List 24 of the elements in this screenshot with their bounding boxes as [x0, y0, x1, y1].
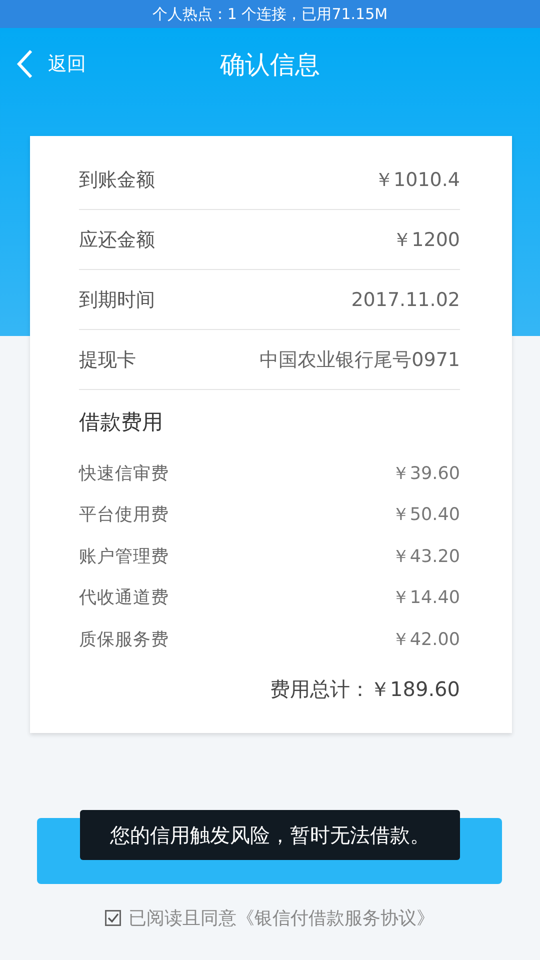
- fee-value: ￥43.20: [392, 546, 460, 568]
- row-label: 到账金额: [79, 168, 155, 192]
- fee-label: 账户管理费: [79, 546, 169, 568]
- fee-total: 费用总计：￥189.60: [270, 676, 460, 700]
- fees-heading: 借款费用: [79, 409, 164, 436]
- fee-label: 代收通道费: [79, 587, 169, 610]
- row-value: ￥1010.4: [374, 168, 460, 192]
- row-label: 到期时间: [79, 288, 155, 312]
- row-label: 提现卡: [79, 348, 136, 372]
- status-text: 个人热点：1 个连接，已用71.15M: [152, 4, 388, 24]
- fee-label: 快速信审费: [79, 462, 169, 485]
- fee-value: ￥50.40: [392, 504, 460, 526]
- page-title: 确认信息: [220, 50, 320, 78]
- toast: 您的信用触发风险，暂时无法借款。: [80, 810, 460, 860]
- fee-value: ￥14.40: [392, 587, 460, 610]
- fee-label: 质保服务费: [79, 628, 169, 651]
- fee-value: ￥39.60: [392, 462, 460, 485]
- row-value: ￥1200: [392, 228, 460, 252]
- agreement-text: 已阅读且同意《银信付借款服务协议》: [128, 907, 434, 930]
- row-label: 应还金额: [79, 228, 155, 252]
- fee-label: 平台使用费: [79, 504, 169, 526]
- fee-value: ￥42.00: [392, 628, 460, 651]
- row-value: 2017.11.02: [351, 288, 460, 310]
- row-value: 中国农业银行尾号0971: [260, 348, 460, 372]
